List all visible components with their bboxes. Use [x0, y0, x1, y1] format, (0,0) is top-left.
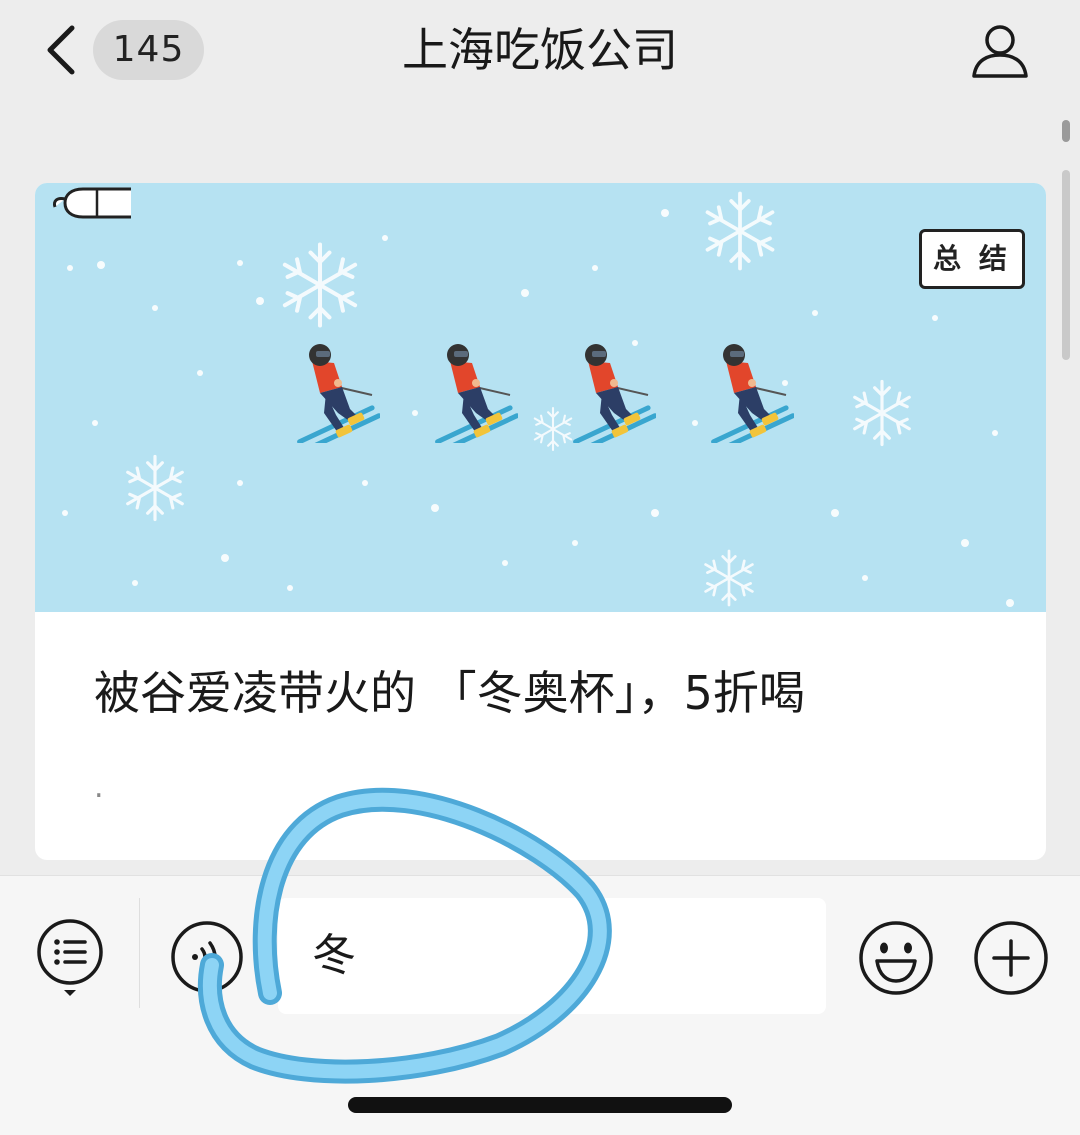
scrollbar-thumb[interactable] — [1062, 170, 1070, 360]
article-description: . — [94, 770, 104, 805]
skier-icon — [711, 344, 794, 443]
smiley-icon[interactable] — [857, 919, 935, 997]
skier-icon — [297, 344, 380, 443]
unread-count-badge[interactable]: 145 — [93, 20, 204, 80]
skier-row — [290, 343, 810, 453]
article-card[interactable]: 总 结 被谷爱凌带火的 「冬奥杯」，5折喝 . — [35, 183, 1046, 860]
chevron-left-icon[interactable] — [40, 22, 86, 78]
message-input[interactable]: 冬 — [278, 898, 826, 1014]
voice-wave-icon[interactable] — [169, 919, 245, 995]
message-input-text: 冬 — [312, 930, 356, 981]
scrollbar[interactable] — [1062, 120, 1070, 360]
scrollbar-cap — [1062, 120, 1070, 142]
plus-circle-icon[interactable] — [972, 919, 1050, 997]
list-menu-icon[interactable] — [35, 918, 105, 998]
article-title[interactable]: 被谷爱凌带火的 「冬奥杯」，5折喝 — [94, 658, 1014, 728]
chat-title: 上海吃饭公司 — [402, 23, 678, 77]
home-indicator — [348, 1097, 732, 1113]
chat-input-bar: 冬 — [0, 875, 1080, 1135]
chat-header: 145 上海吃饭公司 — [0, 0, 1080, 105]
skier-icon — [573, 344, 656, 443]
pointing-hand-icon — [53, 187, 131, 219]
summary-tag: 总 结 — [919, 229, 1025, 289]
article-cover-image: 总 结 — [35, 183, 1046, 612]
input-divider — [139, 898, 140, 1008]
person-outline-icon[interactable] — [968, 20, 1032, 82]
skier-icon — [435, 344, 518, 443]
